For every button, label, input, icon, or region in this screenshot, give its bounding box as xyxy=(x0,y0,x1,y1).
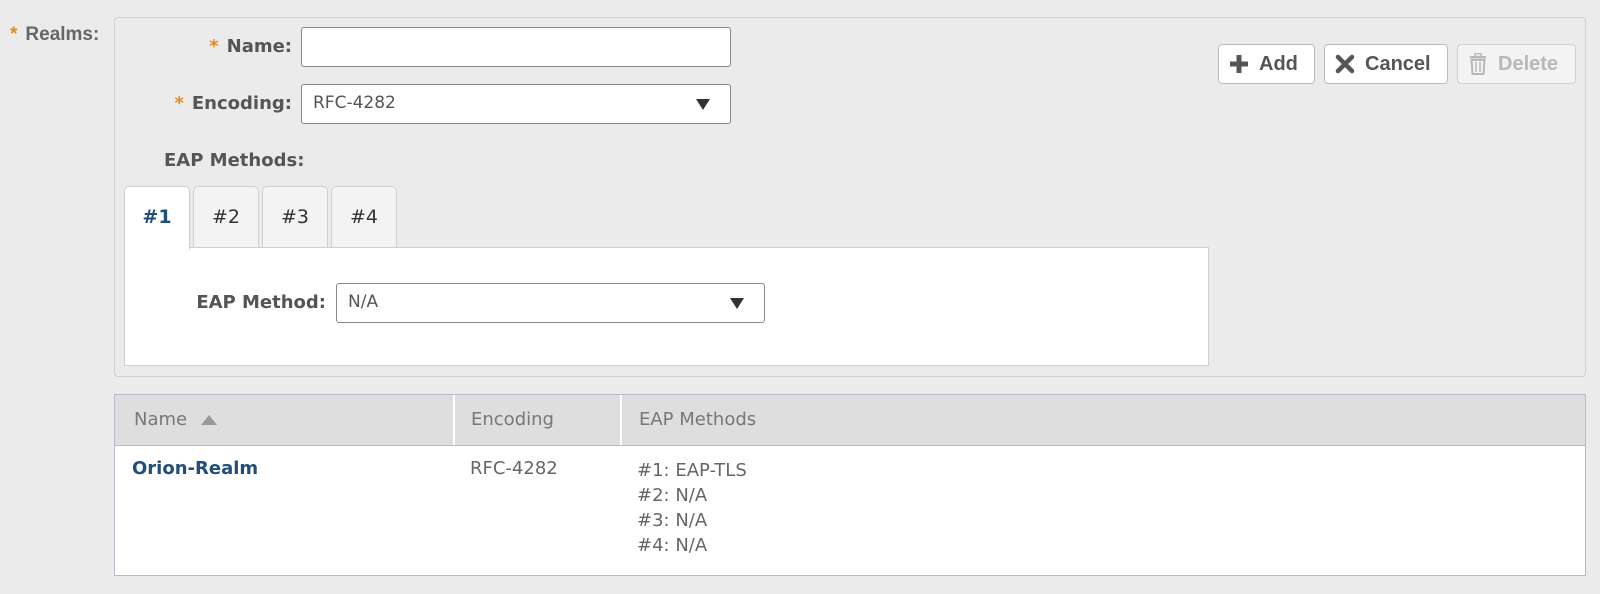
required-mark: * xyxy=(174,93,184,114)
encoding-label: * Encoding: xyxy=(150,93,292,114)
eap-method-entry: #4: N/A xyxy=(637,535,708,556)
encoding-label-text: Encoding: xyxy=(191,93,292,114)
delete-button[interactable]: Delete xyxy=(1457,44,1576,84)
column-header-name-label: Name xyxy=(134,409,188,430)
table-header: Name Encoding EAP Methods xyxy=(115,395,1585,446)
encoding-select-value: RFC-4282 xyxy=(313,93,396,113)
add-button[interactable]: Add xyxy=(1218,44,1315,84)
eap-method-label: EAP Method: xyxy=(196,292,326,313)
required-mark: * xyxy=(10,24,18,45)
realms-label: * Realms: xyxy=(10,24,99,46)
plus-icon xyxy=(1229,54,1249,74)
realm-eap-methods: #1: EAP-TLS #2: N/A #3: N/A #4: N/A xyxy=(637,458,747,558)
column-header-encoding[interactable]: Encoding xyxy=(471,395,554,445)
eap-methods-label: EAP Methods: xyxy=(164,150,305,171)
tab-eap-3[interactable]: #3 xyxy=(262,186,328,248)
tab-eap-4[interactable]: #4 xyxy=(331,186,397,248)
tab-eap-2[interactable]: #2 xyxy=(193,186,259,248)
column-divider xyxy=(453,395,455,445)
realms-label-text: Realms: xyxy=(25,24,100,45)
eap-method-entry: #1: EAP-TLS xyxy=(637,460,747,481)
name-label-text: Name: xyxy=(226,36,292,57)
cancel-button[interactable]: Cancel xyxy=(1324,44,1448,84)
column-header-name[interactable]: Name xyxy=(134,395,217,445)
add-button-label: Add xyxy=(1259,52,1298,75)
realms-table: Name Encoding EAP Methods Orion-Realm RF… xyxy=(114,394,1586,576)
cancel-button-label: Cancel xyxy=(1365,52,1431,75)
realm-name-link[interactable]: Orion-Realm xyxy=(132,458,258,479)
eap-method-entry: #3: N/A xyxy=(637,510,708,531)
encoding-select[interactable]: RFC-4282 xyxy=(301,84,731,124)
realm-encoding: RFC-4282 xyxy=(470,458,558,479)
close-icon xyxy=(1335,54,1355,74)
required-mark: * xyxy=(209,36,219,57)
eap-method-entry: #2: N/A xyxy=(637,485,708,506)
column-header-eap-methods[interactable]: EAP Methods xyxy=(639,395,756,445)
chevron-down-icon xyxy=(730,298,744,309)
sort-ascending-icon xyxy=(200,415,217,425)
trash-icon xyxy=(1468,53,1488,75)
tab-eap-1[interactable]: #1 xyxy=(124,186,190,250)
name-input[interactable] xyxy=(301,27,731,67)
name-label: * Name: xyxy=(180,36,292,57)
eap-method-select-value: N/A xyxy=(348,292,379,312)
column-divider xyxy=(620,395,622,445)
chevron-down-icon xyxy=(696,99,710,110)
delete-button-label: Delete xyxy=(1498,52,1559,75)
table-row[interactable]: Orion-Realm RFC-4282 #1: EAP-TLS #2: N/A… xyxy=(115,446,1585,576)
eap-method-select[interactable]: N/A xyxy=(336,283,765,323)
